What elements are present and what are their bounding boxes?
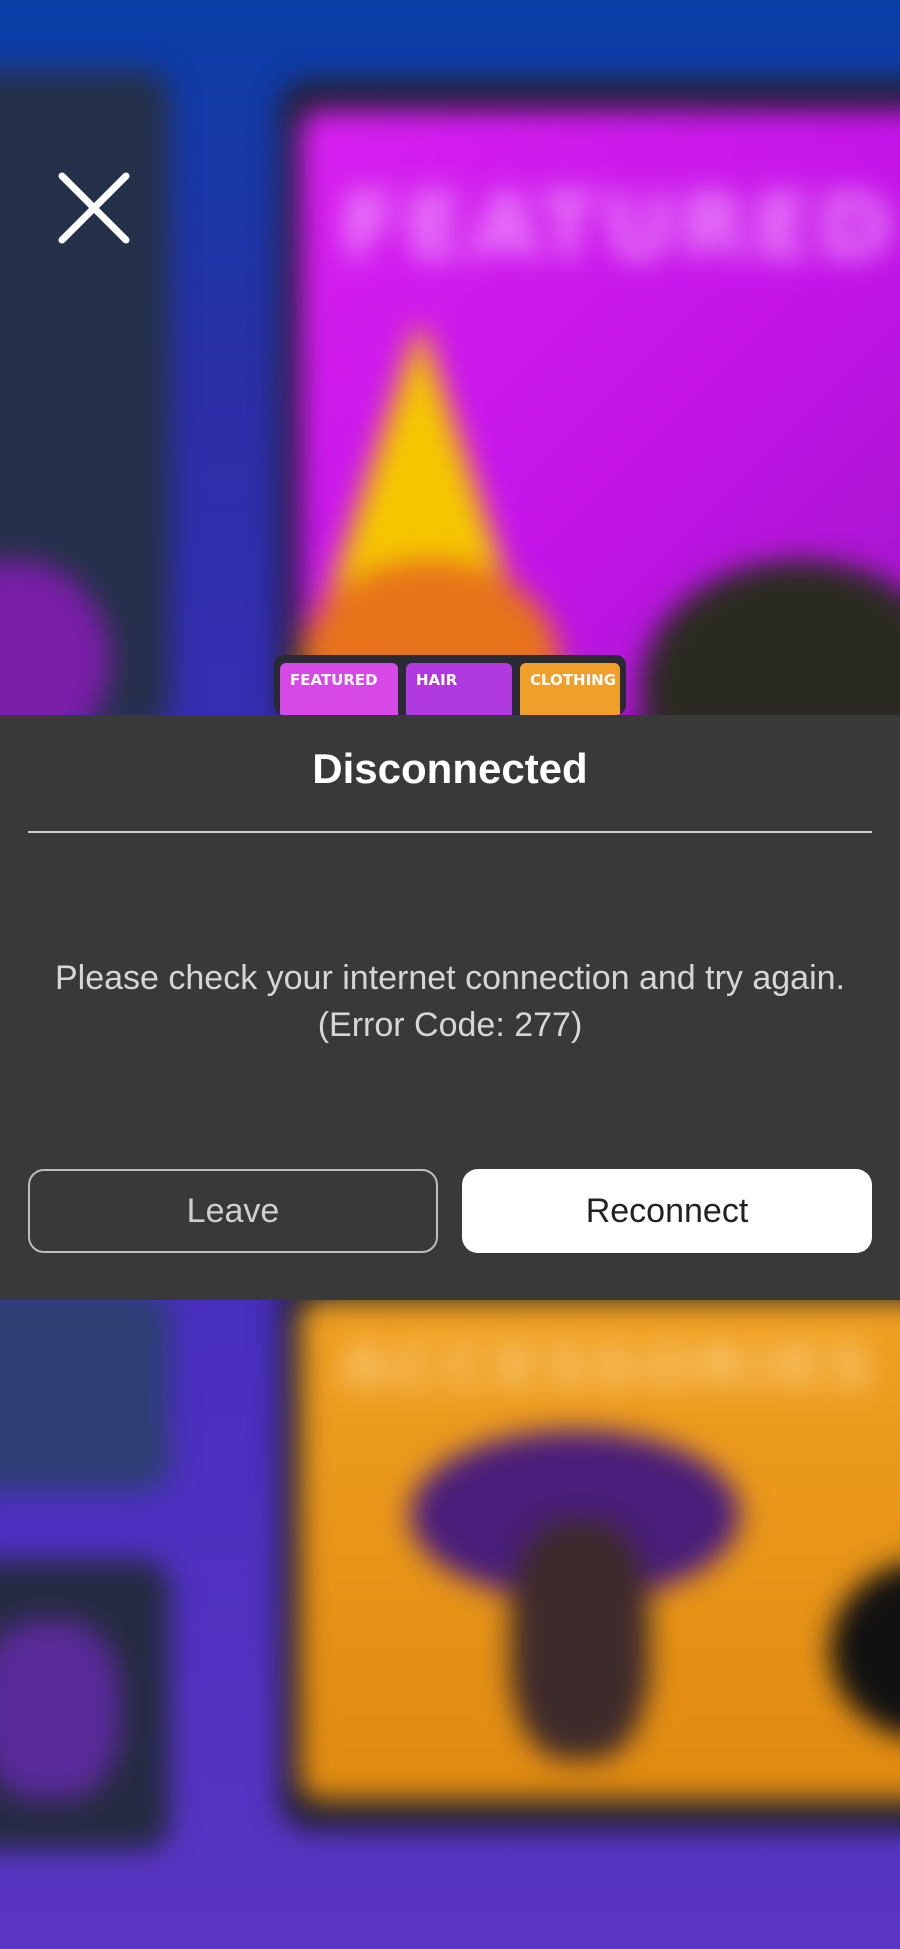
category-tabs: FEATURED HAIR CLOTHING <box>274 655 626 715</box>
close-icon <box>58 172 130 244</box>
dialog-message: Please check your internet connection an… <box>20 955 880 1049</box>
left-bottom-shape <box>0 1620 120 1800</box>
accessories-card-title: ACCESSORIES <box>340 1330 878 1404</box>
tab-hair: HAIR <box>406 663 512 715</box>
reconnect-button[interactable]: Reconnect <box>462 1169 872 1253</box>
left-panel-mid <box>0 1290 170 1490</box>
dialog-title: Disconnected <box>312 745 588 792</box>
dialog-error-code: (Error Code: 277) <box>317 1006 583 1044</box>
leave-button[interactable]: Leave <box>28 1169 438 1253</box>
avatar-figure <box>510 1520 650 1760</box>
dialog-message-line1: Please check your internet connection an… <box>54 959 846 997</box>
tab-clothing: CLOTHING <box>520 663 620 715</box>
featured-card-title: FEATURED <box>340 175 898 280</box>
close-button[interactable] <box>58 172 130 244</box>
tab-featured: FEATURED <box>280 663 398 715</box>
dialog-divider <box>28 831 872 833</box>
disconnected-dialog: Disconnected Please check your internet … <box>0 715 900 1300</box>
